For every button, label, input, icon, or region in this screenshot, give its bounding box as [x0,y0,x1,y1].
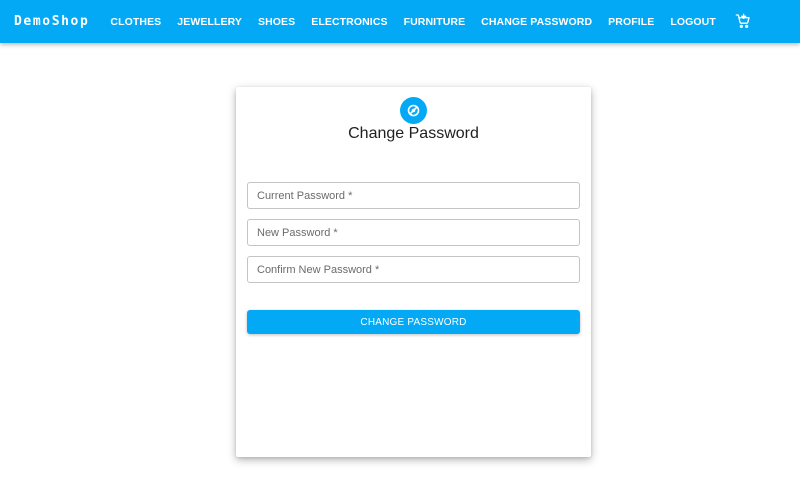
top-navbar: DemoShop CLOTHES JEWELLERY SHOES ELECTRO… [0,0,800,43]
lock-icon [400,97,427,124]
nav-link-clothes[interactable]: CLOTHES [110,16,161,28]
confirm-new-password-label: Confirm New Password * [257,263,380,276]
brand-logo[interactable]: DemoShop [14,14,89,29]
nav-link-profile[interactable]: PROFILE [608,16,654,28]
current-password-field[interactable]: Current Password * [247,182,580,209]
cart-icon[interactable] [734,12,752,30]
nav-links: CLOTHES JEWELLERY SHOES ELECTRONICS FURN… [110,12,752,30]
nav-link-shoes[interactable]: SHOES [258,16,295,28]
change-password-button[interactable]: CHANGE PASSWORD [247,310,580,334]
nav-link-furniture[interactable]: FURNITURE [404,16,466,28]
nav-link-electronics[interactable]: ELECTRONICS [311,16,387,28]
current-password-label: Current Password * [257,189,353,202]
change-password-card: Change Password Current Password * New P… [236,87,591,457]
new-password-label: New Password * [257,226,338,239]
new-password-field[interactable]: New Password * [247,219,580,246]
nav-link-change-password[interactable]: CHANGE PASSWORD [481,16,592,28]
page-title: Change Password [348,125,479,142]
nav-link-logout[interactable]: LOGOUT [670,16,716,28]
nav-link-jewellery[interactable]: JEWELLERY [177,16,242,28]
confirm-new-password-field[interactable]: Confirm New Password * [247,256,580,283]
